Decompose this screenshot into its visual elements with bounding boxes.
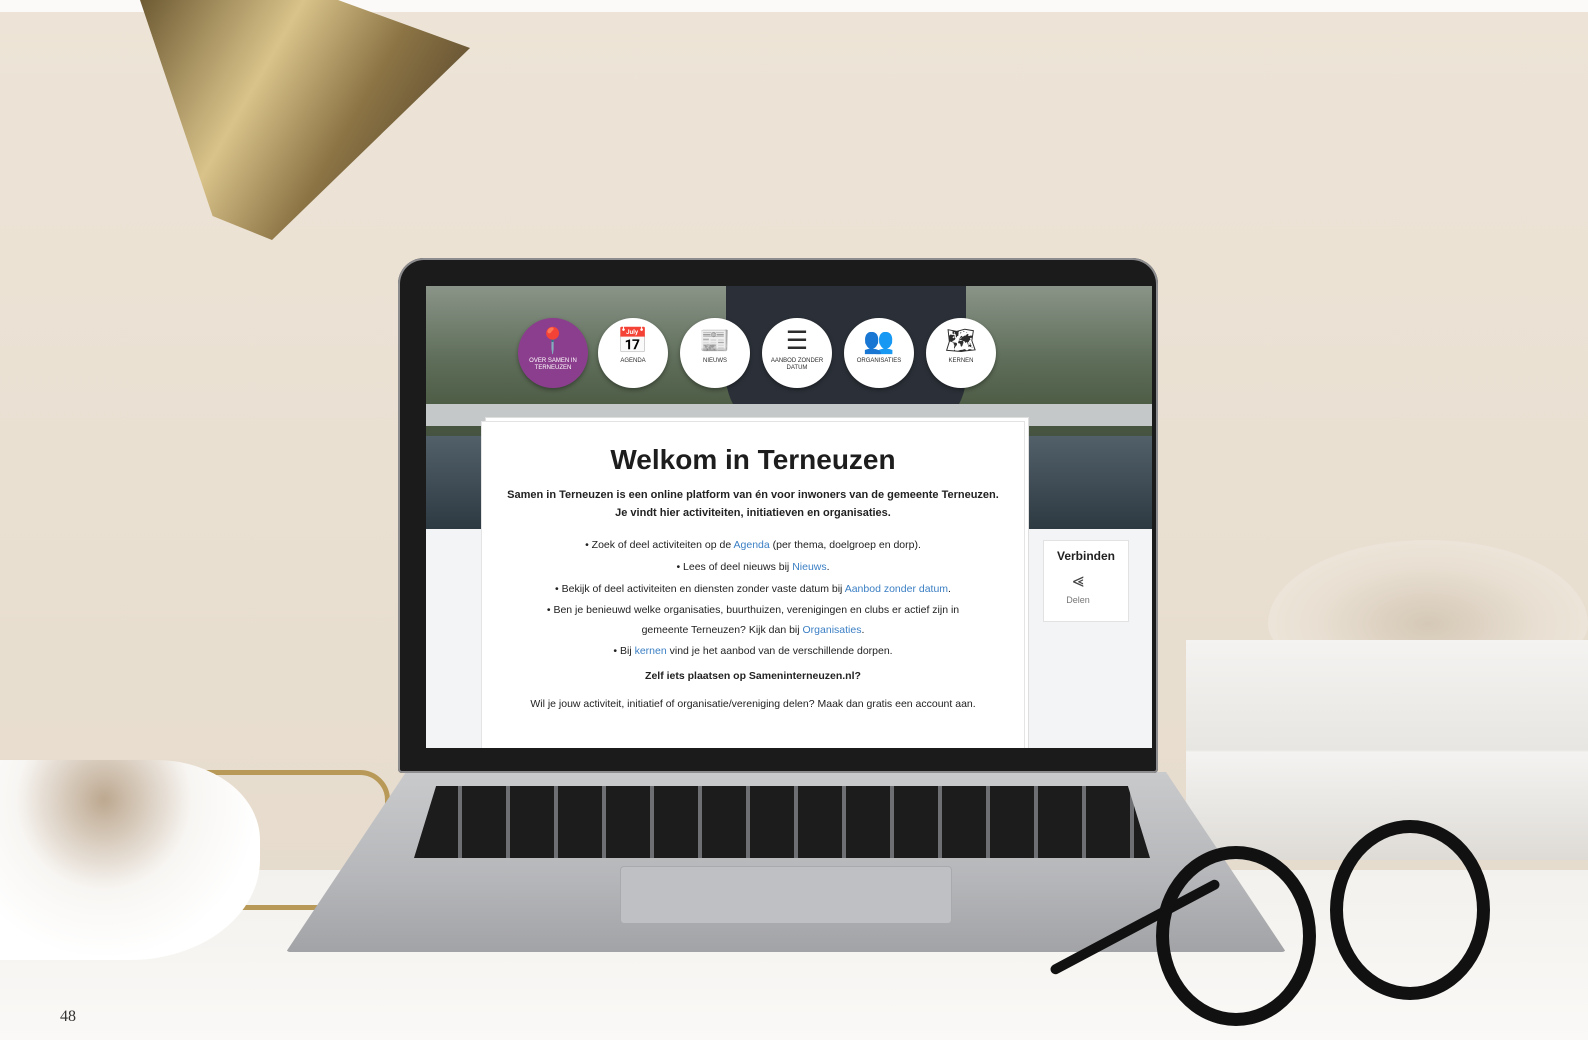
- aanbod-link[interactable]: Aanbod zonder datum: [845, 583, 948, 595]
- kernen-link[interactable]: kernen: [635, 645, 667, 657]
- nav-label: AANBOD ZONDER DATUM: [770, 358, 824, 371]
- laptop-keyboard: [414, 786, 1150, 858]
- bullet-text: Bekijk of deel activiteiten en diensten …: [561, 583, 845, 595]
- newspaper-icon: 📰: [699, 327, 731, 355]
- bullet-text: (per thema, doelgroep en dorp).: [769, 539, 921, 551]
- main-nav: 📍 OVER SAMEN IN TERNEUZEN 📅 AGENDA 📰 NIE…: [518, 318, 1078, 392]
- photo-scene: 📍 OVER SAMEN IN TERNEUZEN 📅 AGENDA 📰 NIE…: [0, 0, 1588, 1040]
- bullet-text: .: [861, 624, 865, 636]
- glasses-lens-right: [1330, 820, 1490, 1000]
- page-title: Welkom in Terneuzen: [610, 444, 896, 475]
- list-item: • Ben je benieuwd welke organisaties, bu…: [546, 604, 960, 636]
- feature-list: • Zoek of deel activiteiten op de Agenda…: [482, 534, 1024, 662]
- nav-label: ORGANISATIES: [856, 358, 902, 364]
- nav-label: NIEUWS: [703, 358, 727, 364]
- share-panel: Verbinden ⪡ Delen: [1044, 541, 1128, 621]
- list-item: • Zoek of deel activiteiten op de Agenda…: [585, 539, 921, 551]
- share-title: Verbinden: [1056, 549, 1115, 563]
- intro-text: Samen in Terneuzen is een online platfor…: [502, 486, 1004, 522]
- nieuws-link[interactable]: Nieuws: [792, 561, 826, 573]
- closing-text: Wil je jouw activiteit, initiatief of or…: [530, 698, 976, 710]
- group-icon: 👥: [863, 327, 895, 355]
- page-number: 48: [60, 1008, 76, 1025]
- nav-item-kernen[interactable]: 🗺 KERNEN: [926, 318, 996, 388]
- bullet-text: Lees of deel nieuws bij: [683, 561, 793, 573]
- cta-heading: Zelf iets plaatsen op Sameninterneuzen.n…: [645, 670, 861, 682]
- bullet-text: .: [948, 583, 951, 595]
- nav-item-nieuws[interactable]: 📰 NIEUWS: [680, 318, 750, 388]
- intro-line: Je vindt hier activiteiten, initiatieven…: [615, 507, 891, 519]
- bullet-text: Bij: [619, 645, 635, 657]
- list-icon: ☰: [785, 327, 809, 355]
- bullet-text: Ben je benieuwd welke organisaties, buur…: [553, 604, 960, 636]
- nav-label: AGENDA: [620, 358, 646, 364]
- laptop-trackpad: [620, 866, 952, 924]
- bullet-text: .: [826, 561, 830, 573]
- agenda-link[interactable]: Agenda: [734, 539, 770, 551]
- welcome-card: Welkom in Terneuzen Samen in Terneuzen i…: [482, 422, 1024, 748]
- nav-label: KERNEN: [948, 358, 974, 364]
- intro-line: Samen in Terneuzen is een online platfor…: [507, 489, 999, 501]
- eyeglasses: [1048, 812, 1490, 1040]
- nav-item-organisaties[interactable]: 👥 ORGANISATIES: [844, 318, 914, 388]
- nav-label: OVER SAMEN IN TERNEUZEN: [529, 358, 577, 371]
- bullet-text: Zoek of deel activiteiten op de: [591, 539, 734, 551]
- laptop-screen: 📍 OVER SAMEN IN TERNEUZEN 📅 AGENDA 📰 NIE…: [426, 286, 1152, 748]
- share-label[interactable]: Delen: [1028, 595, 1128, 605]
- nav-item-agenda[interactable]: 📅 AGENDA: [598, 318, 668, 388]
- glasses-lens-left: [1156, 846, 1316, 1026]
- calendar-icon: 📅: [617, 327, 649, 355]
- organisaties-link[interactable]: Organisaties: [803, 624, 862, 636]
- nav-item-over-samen[interactable]: 📍 OVER SAMEN IN TERNEUZEN: [518, 318, 588, 388]
- coffee-cup: [0, 760, 260, 960]
- map-icon: 🗺: [945, 327, 977, 355]
- bullet-text: vind je het aanbod van de verschillende …: [666, 645, 893, 657]
- list-item: • Bekijk of deel activiteiten en dienste…: [555, 583, 951, 595]
- share-icon[interactable]: ⪡: [1028, 571, 1128, 591]
- nav-item-aanbod[interactable]: ☰ AANBOD ZONDER DATUM: [762, 318, 832, 388]
- map-pin-icon: 📍: [537, 327, 569, 355]
- list-item: • Bij kernen vind je het aanbod van de v…: [613, 645, 893, 657]
- list-item: • Lees of deel nieuws bij Nieuws.: [676, 561, 830, 573]
